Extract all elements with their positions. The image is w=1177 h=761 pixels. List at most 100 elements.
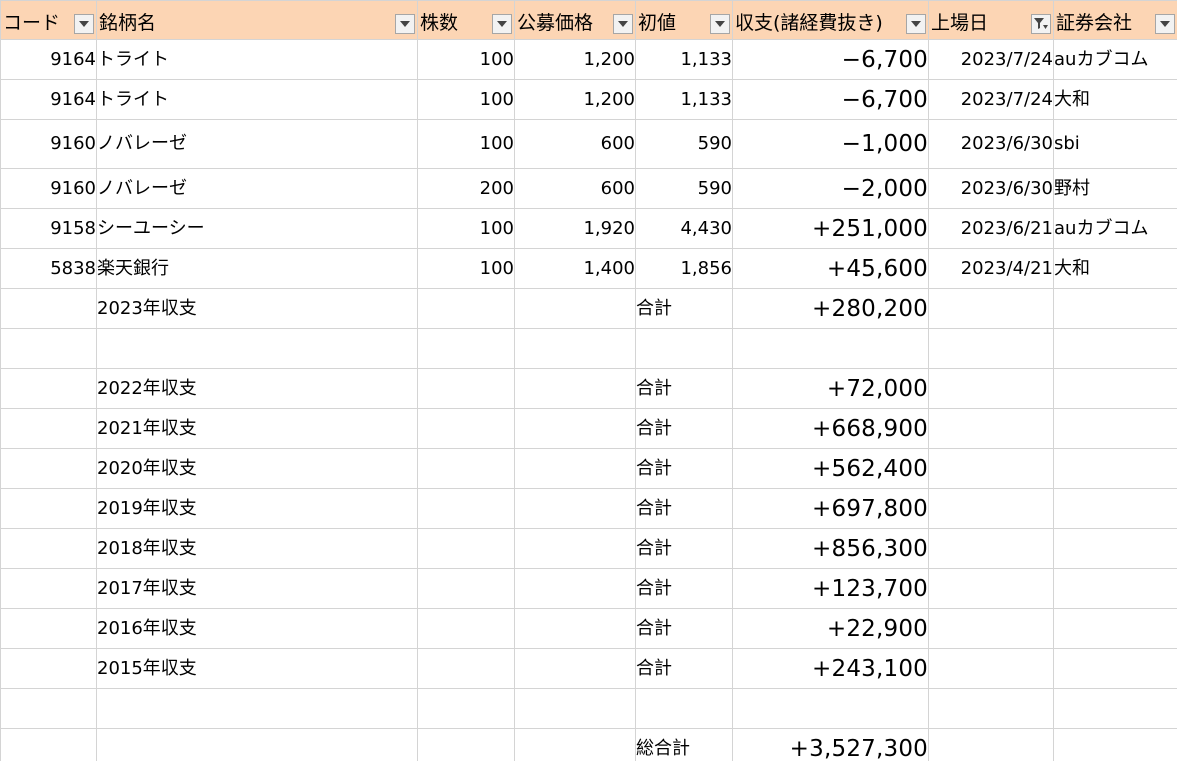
summary-value[interactable]: +856,300 xyxy=(732,528,929,569)
summary-value[interactable]: +280,200 xyxy=(732,288,929,329)
summary-value[interactable] xyxy=(732,328,929,369)
summary-kind[interactable]: 合計 xyxy=(635,368,733,409)
cell-listing-date[interactable]: 2023/7/24 xyxy=(928,79,1054,120)
cell-empty[interactable] xyxy=(0,488,97,529)
cell-empty[interactable] xyxy=(1053,488,1177,529)
summary-kind[interactable]: 合計 xyxy=(635,608,733,649)
cell-empty[interactable] xyxy=(928,568,1054,609)
cell-offer-price[interactable]: 600 xyxy=(514,168,636,209)
filter-dropdown-offer-price[interactable] xyxy=(613,14,633,34)
summary-year-label[interactable]: 2019年収支 xyxy=(96,488,418,529)
cell-empty[interactable] xyxy=(1053,528,1177,569)
summary-value[interactable]: +72,000 xyxy=(732,368,929,409)
filter-dropdown-name[interactable] xyxy=(395,14,415,34)
filter-dropdown-broker[interactable] xyxy=(1155,14,1175,34)
cell-empty[interactable] xyxy=(928,408,1054,449)
cell-empty[interactable] xyxy=(0,648,97,689)
filter-dropdown-first-price[interactable] xyxy=(710,14,730,34)
cell-empty[interactable] xyxy=(0,608,97,649)
summary-year-label[interactable] xyxy=(96,688,418,729)
cell-empty[interactable] xyxy=(514,568,636,609)
cell-empty[interactable] xyxy=(1053,328,1177,369)
cell-broker[interactable]: 野村 xyxy=(1053,168,1177,209)
summary-year-label[interactable]: 2017年収支 xyxy=(96,568,418,609)
grand-total-label[interactable]: 総合計 xyxy=(635,728,733,761)
cell-name[interactable]: 楽天銀行 xyxy=(96,248,418,289)
summary-kind[interactable]: 合計 xyxy=(635,528,733,569)
cell-code[interactable]: 9164 xyxy=(0,39,97,80)
cell-empty[interactable] xyxy=(1053,448,1177,489)
cell-offer-price[interactable]: 600 xyxy=(514,119,636,169)
cell-empty[interactable] xyxy=(928,488,1054,529)
cell-broker[interactable]: sbi xyxy=(1053,119,1177,169)
cell-empty[interactable] xyxy=(417,688,515,729)
cell-empty[interactable] xyxy=(417,488,515,529)
cell-empty[interactable] xyxy=(417,608,515,649)
cell-profit[interactable]: +251,000 xyxy=(732,208,929,249)
summary-kind[interactable]: 合計 xyxy=(635,568,733,609)
summary-value[interactable]: +562,400 xyxy=(732,448,929,489)
summary-year-label[interactable] xyxy=(96,328,418,369)
cell-empty[interactable] xyxy=(417,288,515,329)
cell-shares[interactable]: 100 xyxy=(417,39,515,80)
cell-empty[interactable] xyxy=(928,648,1054,689)
summary-year-label[interactable]: 2020年収支 xyxy=(96,448,418,489)
summary-year-label[interactable]: 2015年収支 xyxy=(96,648,418,689)
cell-empty[interactable] xyxy=(928,328,1054,369)
summary-value[interactable] xyxy=(732,688,929,729)
cell-empty[interactable] xyxy=(514,408,636,449)
cell-empty[interactable] xyxy=(1053,288,1177,329)
cell-broker[interactable]: auカブコム xyxy=(1053,208,1177,249)
cell-empty[interactable] xyxy=(0,448,97,489)
summary-kind[interactable]: 合計 xyxy=(635,488,733,529)
cell-listing-date[interactable]: 2023/4/21 xyxy=(928,248,1054,289)
cell-empty[interactable] xyxy=(0,288,97,329)
cell-empty[interactable] xyxy=(514,288,636,329)
summary-kind[interactable]: 合計 xyxy=(635,408,733,449)
cell-first-price[interactable]: 590 xyxy=(635,119,733,169)
cell-empty[interactable] xyxy=(514,728,636,761)
summary-year-label[interactable] xyxy=(96,728,418,761)
cell-empty[interactable] xyxy=(0,328,97,369)
cell-name[interactable]: シーユーシー xyxy=(96,208,418,249)
summary-year-label[interactable]: 2021年収支 xyxy=(96,408,418,449)
summary-kind[interactable] xyxy=(635,688,733,729)
cell-profit[interactable]: +45,600 xyxy=(732,248,929,289)
cell-empty[interactable] xyxy=(514,608,636,649)
cell-empty[interactable] xyxy=(0,528,97,569)
cell-broker[interactable]: auカブコム xyxy=(1053,39,1177,80)
cell-name[interactable]: トライト xyxy=(96,39,418,80)
summary-kind[interactable] xyxy=(635,328,733,369)
cell-empty[interactable] xyxy=(0,728,97,761)
cell-broker[interactable]: 大和 xyxy=(1053,248,1177,289)
cell-empty[interactable] xyxy=(417,328,515,369)
cell-code[interactable]: 9164 xyxy=(0,79,97,120)
cell-name[interactable]: トライト xyxy=(96,79,418,120)
summary-year-label[interactable]: 2018年収支 xyxy=(96,528,418,569)
cell-empty[interactable] xyxy=(928,448,1054,489)
cell-empty[interactable] xyxy=(928,368,1054,409)
cell-code[interactable]: 9160 xyxy=(0,119,97,169)
cell-empty[interactable] xyxy=(514,448,636,489)
summary-year-label[interactable]: 2023年収支 xyxy=(96,288,418,329)
cell-empty[interactable] xyxy=(417,728,515,761)
summary-year-label[interactable]: 2016年収支 xyxy=(96,608,418,649)
cell-empty[interactable] xyxy=(417,448,515,489)
cell-empty[interactable] xyxy=(514,328,636,369)
cell-empty[interactable] xyxy=(928,528,1054,569)
summary-value[interactable]: +697,800 xyxy=(732,488,929,529)
cell-empty[interactable] xyxy=(417,368,515,409)
summary-value[interactable]: +123,700 xyxy=(732,568,929,609)
cell-broker[interactable]: 大和 xyxy=(1053,79,1177,120)
cell-empty[interactable] xyxy=(928,608,1054,649)
cell-shares[interactable]: 100 xyxy=(417,119,515,169)
summary-value[interactable]: +668,900 xyxy=(732,408,929,449)
cell-first-price[interactable]: 1,133 xyxy=(635,39,733,80)
cell-empty[interactable] xyxy=(0,408,97,449)
cell-empty[interactable] xyxy=(1053,608,1177,649)
cell-empty[interactable] xyxy=(928,688,1054,729)
cell-empty[interactable] xyxy=(0,688,97,729)
cell-first-price[interactable]: 1,133 xyxy=(635,79,733,120)
cell-empty[interactable] xyxy=(514,688,636,729)
cell-empty[interactable] xyxy=(417,568,515,609)
